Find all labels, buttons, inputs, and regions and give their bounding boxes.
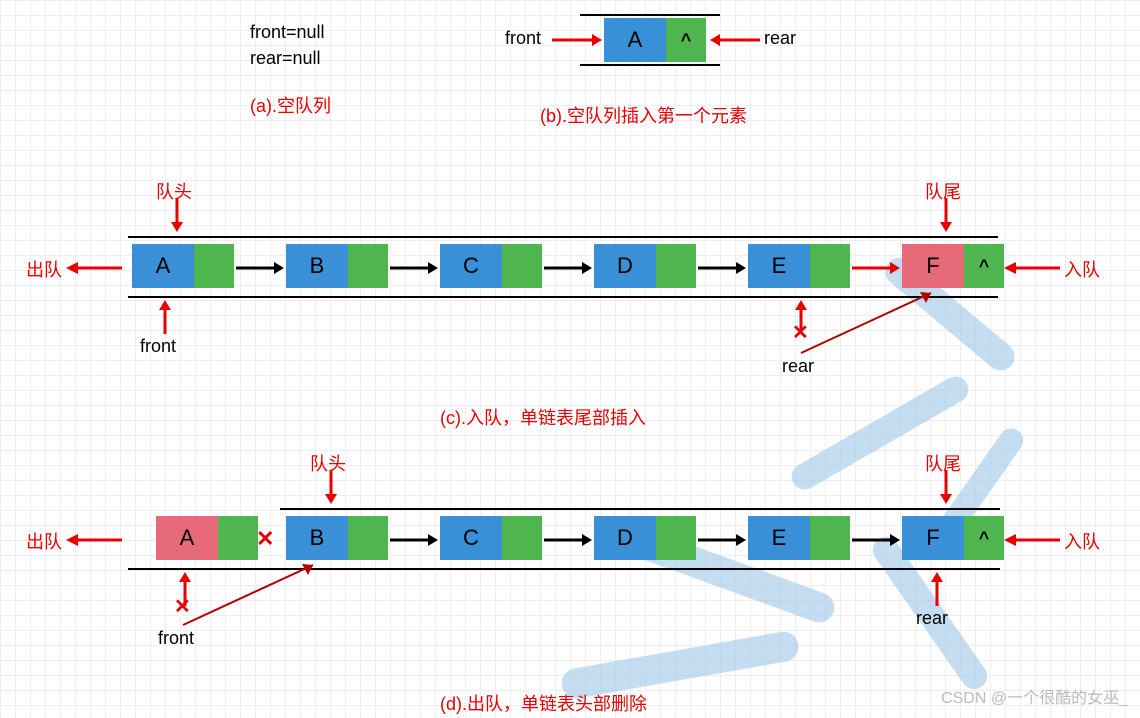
node-ptr [810,516,850,560]
b-front-label: front [505,28,541,49]
node-ptr [348,244,388,288]
c-node-new: F^ [902,244,1004,288]
node-terminator: ^ [964,244,1004,288]
arrow-right-icon [698,530,746,550]
c-caption: (c).入队，单链表尾部插入 [440,404,646,430]
c-rear-move-arrow [796,288,946,358]
node-ptr [656,244,696,288]
node-data: E [748,516,810,560]
node-data: A [604,18,666,62]
node-ptr [194,244,234,288]
node-data: D [594,244,656,288]
node-data: B [286,516,348,560]
d-caption: (d).出队，单链表头部删除 [440,690,647,716]
node-data: F [902,516,964,560]
c-node: D [594,244,696,288]
arrow-left-icon [66,258,122,278]
node-ptr [502,244,542,288]
arrow-left-icon [710,30,760,50]
c-node: A [132,244,234,288]
node-ptr [502,516,542,560]
node-data: C [440,244,502,288]
d-node: E [748,516,850,560]
d-node: F^ [902,516,1004,560]
arrow-right-icon [390,258,438,278]
arrow-right-icon [852,530,900,550]
a-rear-text: rear=null [250,48,321,69]
arrow-left-icon [1004,258,1060,278]
arrow-up-icon [792,300,810,334]
arrow-down-icon [937,198,955,232]
arrow-right-icon [236,258,284,278]
arrow-right-icon [552,30,602,50]
c-node: B [286,244,388,288]
d-node: C [440,516,542,560]
arrow-right-icon [852,258,900,278]
b-caption: (b).空队列插入第一个元素 [540,102,747,128]
node-ptr [218,516,258,560]
d-dequeue-label: 出队 [26,528,62,554]
c-front-label: front [140,336,176,357]
c-top-rule [128,236,998,238]
node-ptr [810,244,850,288]
arrow-left-icon [66,530,122,550]
a-caption: (a).空队列 [250,92,331,118]
c-node: E [748,244,850,288]
d-enqueue-label: 入队 [1064,528,1100,554]
b-top-rule [580,14,720,16]
d-node: B [286,516,388,560]
d-top-rule [280,508,1000,510]
a-front-text: front=null [250,22,325,43]
node-ptr [348,516,388,560]
b-bot-rule [580,64,720,66]
d-rear-label: rear [916,608,948,629]
node-data: C [440,516,502,560]
node-terminator: ^ [964,516,1004,560]
d-front-label: front [158,628,194,649]
c-dequeue-label: 出队 [26,256,62,282]
x-mark-icon: ✕ [256,526,274,552]
c-rear-label: rear [782,356,814,377]
node-data: F [902,244,964,288]
arrow-down-icon [322,470,340,504]
arrow-left-icon [1004,530,1060,550]
node-ptr [656,516,696,560]
b-node: A ^ [604,18,706,62]
arrow-up-icon [156,300,174,334]
d-node: D [594,516,696,560]
arrow-up-icon [928,572,946,606]
arrow-right-icon [390,530,438,550]
x-mark-icon: ✕ [174,594,191,619]
node-data: A [132,244,194,288]
arrow-right-icon [698,258,746,278]
d-node-removed: A [156,516,258,560]
node-data: A [156,516,218,560]
node-terminator: ^ [666,18,706,62]
node-data: E [748,244,810,288]
d-front-move-arrow [178,560,328,630]
c-node: C [440,244,542,288]
c-enqueue-label: 入队 [1064,256,1100,282]
b-rear-label: rear [764,28,796,49]
node-data: B [286,244,348,288]
watermark-text: CSDN @一个很酷的女巫_ [941,684,1128,708]
arrow-right-icon [544,530,592,550]
arrow-down-icon [168,198,186,232]
node-data: D [594,516,656,560]
arrow-down-icon [937,470,955,504]
arrow-right-icon [544,258,592,278]
